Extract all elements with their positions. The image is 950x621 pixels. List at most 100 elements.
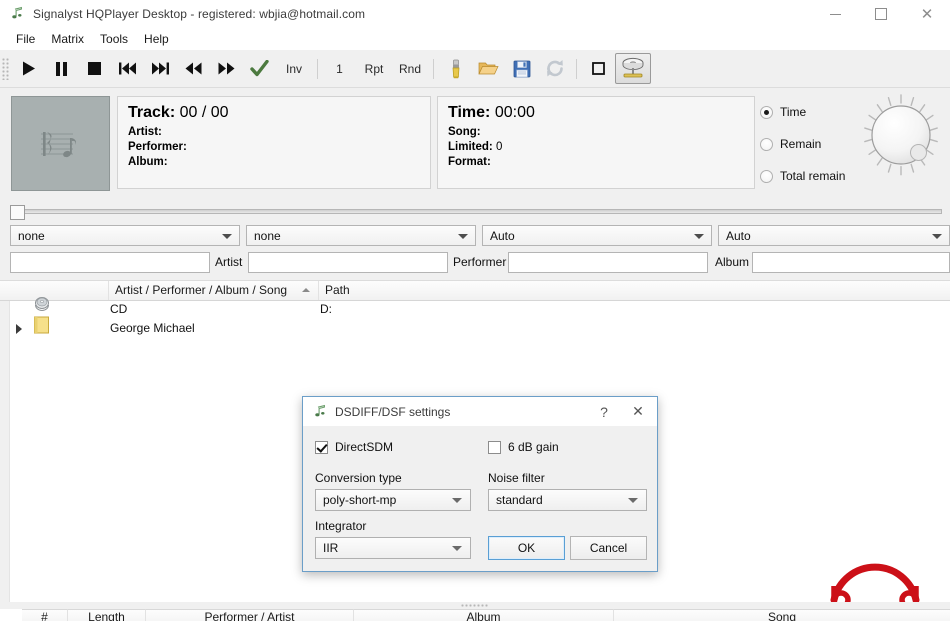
random-button[interactable]: Rnd bbox=[392, 53, 428, 84]
pane-splitter[interactable] bbox=[0, 602, 950, 609]
playlist-column-album[interactable]: Album bbox=[354, 609, 614, 621]
time-line: Time: 00:00 bbox=[448, 104, 744, 122]
question-mark-icon: ? bbox=[600, 403, 608, 420]
row-name: CD bbox=[110, 302, 128, 316]
maximize-button[interactable] bbox=[858, 0, 904, 28]
stop-button[interactable] bbox=[78, 53, 111, 84]
rate-combo[interactable]: Auto bbox=[482, 225, 712, 246]
integrator-combo[interactable]: IIR bbox=[315, 537, 471, 559]
column-header-icon[interactable] bbox=[9, 281, 109, 300]
dac-settings-button[interactable] bbox=[615, 53, 651, 84]
splitter-grip bbox=[461, 604, 489, 607]
time-mode-option-total-remain[interactable]: Total remain bbox=[760, 160, 850, 192]
play-button[interactable] bbox=[12, 53, 45, 84]
cancel-button[interactable]: Cancel bbox=[570, 536, 647, 560]
invert-button[interactable]: Inv bbox=[276, 53, 312, 84]
limited-value: 0 bbox=[495, 141, 503, 153]
menu-help[interactable]: Help bbox=[136, 30, 177, 48]
open-file-button[interactable] bbox=[472, 53, 505, 84]
repeat-count-button[interactable]: 1 bbox=[323, 53, 356, 84]
time-label: Time: bbox=[448, 104, 491, 121]
brush-icon bbox=[447, 59, 465, 79]
stop-icon bbox=[87, 61, 102, 76]
album-filter-input[interactable] bbox=[508, 252, 708, 273]
table-row[interactable]: George Michael bbox=[0, 316, 950, 338]
pause-button[interactable] bbox=[45, 53, 78, 84]
repeat-count-label: 1 bbox=[336, 61, 343, 76]
open-folder-icon bbox=[478, 60, 499, 77]
menu-bar: File Matrix Tools Help bbox=[0, 28, 950, 50]
artist-label: Artist: bbox=[128, 126, 162, 138]
close-icon: ✕ bbox=[632, 403, 644, 419]
expand-arrow-icon[interactable] bbox=[16, 324, 22, 334]
library-rows: CD D: George Michael bbox=[0, 297, 950, 338]
conversion-type-combo[interactable]: poly-short-mp bbox=[315, 489, 471, 511]
radio-time-label: Time bbox=[780, 105, 807, 119]
ok-button[interactable]: OK bbox=[488, 536, 565, 560]
skip-back-icon bbox=[118, 61, 137, 76]
clear-playlist-button[interactable] bbox=[439, 53, 472, 84]
refresh-button[interactable] bbox=[538, 53, 571, 84]
refresh-icon bbox=[545, 59, 565, 78]
album-filter-label: Album bbox=[715, 255, 750, 269]
fast-forward-button[interactable] bbox=[210, 53, 243, 84]
menu-matrix[interactable]: Matrix bbox=[43, 30, 92, 48]
cancel-label: Cancel bbox=[589, 541, 628, 555]
time-mode-option-time[interactable]: Time bbox=[760, 96, 850, 128]
playlist-column-performer[interactable]: Performer / Artist bbox=[146, 609, 354, 621]
close-button[interactable]: ✕ bbox=[904, 0, 950, 28]
dialog-help-button[interactable]: ? bbox=[589, 397, 619, 426]
artist-filter-input[interactable] bbox=[10, 252, 210, 273]
performer-filter-input[interactable] bbox=[248, 252, 448, 273]
gain-6db-checkbox[interactable]: 6 dB gain bbox=[488, 440, 559, 454]
shaper-combo[interactable]: none bbox=[246, 225, 476, 246]
chevron-down-icon bbox=[452, 546, 462, 551]
rewind-icon bbox=[184, 61, 203, 76]
window-title: Signalyst HQPlayer Desktop - registered:… bbox=[33, 7, 366, 21]
seek-slider[interactable] bbox=[10, 203, 942, 221]
column-header-name[interactable]: Artist / Performer / Album / Song bbox=[109, 281, 319, 300]
dialog-close-button[interactable]: ✕ bbox=[619, 397, 657, 426]
repeat-button[interactable]: Rpt bbox=[356, 53, 392, 84]
playlist-column-number[interactable]: # bbox=[22, 609, 68, 621]
extra-filter-input[interactable] bbox=[752, 252, 950, 273]
time-info-panel: Time: 00:00 Song: Limited: 0 Format: bbox=[437, 96, 755, 189]
previous-track-button[interactable] bbox=[111, 53, 144, 84]
playlist-column-length[interactable]: Length bbox=[68, 609, 146, 621]
seek-handle[interactable] bbox=[10, 205, 25, 220]
direct-sdm-checkbox[interactable]: DirectSDM bbox=[315, 440, 393, 454]
seek-track[interactable] bbox=[14, 209, 942, 214]
random-label: Rnd bbox=[398, 61, 421, 76]
table-row[interactable]: CD D: bbox=[0, 297, 950, 319]
column-header-path[interactable]: Path bbox=[319, 281, 950, 300]
menu-file[interactable]: File bbox=[8, 30, 43, 48]
album-line: Album: bbox=[128, 155, 420, 170]
volume-knob[interactable] bbox=[855, 93, 947, 189]
song-label: Song: bbox=[448, 126, 481, 138]
toolbar: Inv 1 Rpt Rnd bbox=[0, 50, 950, 88]
chevron-down-icon bbox=[694, 233, 704, 239]
square-toggle-button[interactable] bbox=[582, 53, 615, 84]
radio-time-icon bbox=[760, 105, 773, 119]
toolbar-separator-2 bbox=[433, 58, 434, 79]
rewind-button[interactable] bbox=[177, 53, 210, 84]
toolbar-separator-3 bbox=[576, 58, 577, 79]
filter-combo[interactable]: none bbox=[10, 225, 240, 246]
noise-filter-combo[interactable]: standard bbox=[488, 489, 647, 511]
time-mode-option-remain[interactable]: Remain bbox=[760, 128, 850, 160]
minimize-button[interactable] bbox=[812, 0, 858, 28]
mode-combo[interactable]: Auto bbox=[718, 225, 950, 246]
checkmark-icon bbox=[250, 59, 269, 78]
time-mode-group: Time Remain Total remain bbox=[760, 96, 850, 192]
next-track-button[interactable] bbox=[144, 53, 177, 84]
performer-label: Performer: bbox=[128, 141, 187, 153]
music-note-icon bbox=[312, 404, 328, 420]
toolbar-grip[interactable] bbox=[2, 57, 10, 80]
save-button[interactable] bbox=[505, 53, 538, 84]
track-value: 00 / 00 bbox=[179, 104, 229, 121]
menu-tools[interactable]: Tools bbox=[92, 30, 136, 48]
radio-total-remain-label: Total remain bbox=[780, 169, 846, 183]
check-button[interactable] bbox=[243, 53, 276, 84]
playlist-column-song[interactable]: Song bbox=[614, 609, 950, 621]
menu-file-label: File bbox=[16, 32, 36, 46]
